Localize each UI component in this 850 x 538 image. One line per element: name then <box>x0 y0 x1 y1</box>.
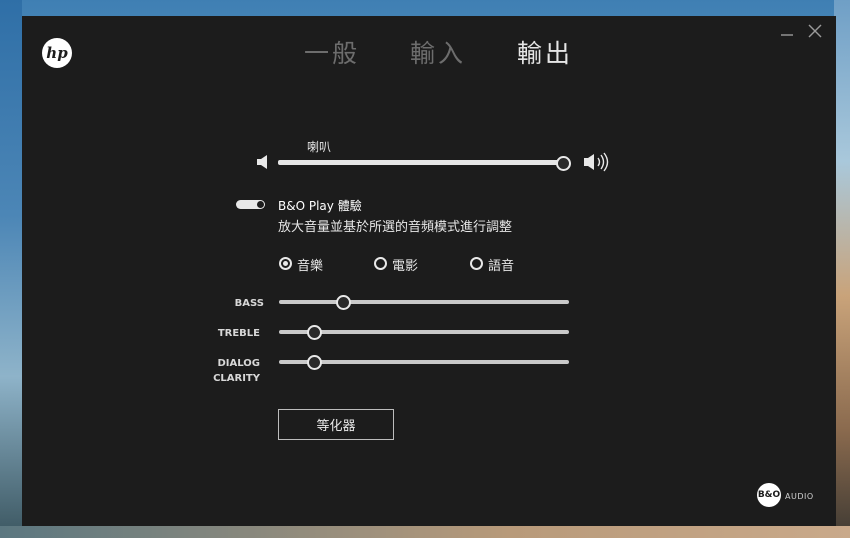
tab-input[interactable]: 輸入 <box>410 38 466 70</box>
tab-general[interactable]: 一般 <box>304 38 360 70</box>
bo-play-title: B&O Play 體驗 <box>278 199 362 213</box>
dialog-label-line2: CLARITY <box>213 373 260 384</box>
volume-low-icon <box>256 154 270 174</box>
bo-play-description: 放大音量並基於所選的音頻模式進行調整 <box>278 220 513 235</box>
equalizer-button[interactable]: 等化器 <box>278 409 394 440</box>
dialog-clarity-slider-track[interactable] <box>279 360 569 364</box>
radio-unselected-icon <box>470 257 483 270</box>
treble-slider-thumb[interactable] <box>307 325 322 340</box>
dialog-clarity-slider-thumb[interactable] <box>307 355 322 370</box>
dialog-label-line1: DIALOG <box>217 358 261 369</box>
tab-output[interactable]: 輸出 <box>517 38 573 70</box>
minimize-icon[interactable] <box>780 22 794 42</box>
volume-slider-thumb[interactable] <box>556 156 571 171</box>
desktop-wallpaper-bottom <box>0 526 850 538</box>
mode-label-movie: 電影 <box>392 259 419 274</box>
tab-bar: 一般 輸入 輸出 <box>22 38 836 74</box>
toggle-knob <box>257 201 264 208</box>
audio-control-window: hp 一般 輸入 輸出 喇叭 B&O Play 體驗 放大音量並基於所選的音頻模… <box>22 16 836 526</box>
bass-slider-track[interactable] <box>279 300 569 304</box>
mode-label-music: 音樂 <box>297 259 324 274</box>
volume-slider-track[interactable] <box>278 160 562 165</box>
mode-label-voice: 語音 <box>488 259 515 274</box>
desktop-wallpaper-right <box>834 0 850 538</box>
bass-slider-thumb[interactable] <box>336 295 351 310</box>
close-icon[interactable] <box>808 24 822 42</box>
volume-high-icon <box>583 152 611 176</box>
bass-label: BASS <box>234 298 264 309</box>
radio-selected-icon <box>279 257 292 270</box>
treble-label: TREBLE <box>217 328 260 339</box>
bo-logo: B&O <box>757 483 781 507</box>
treble-slider-track[interactable] <box>279 330 569 334</box>
desktop-wallpaper-left <box>0 0 22 538</box>
radio-unselected-icon <box>374 257 387 270</box>
dialog-clarity-label: DIALOG CLARITY <box>202 356 260 386</box>
audio-label: AUDIO <box>785 492 814 501</box>
speaker-label: 喇叭 <box>307 140 332 154</box>
bo-play-toggle[interactable] <box>236 200 265 209</box>
